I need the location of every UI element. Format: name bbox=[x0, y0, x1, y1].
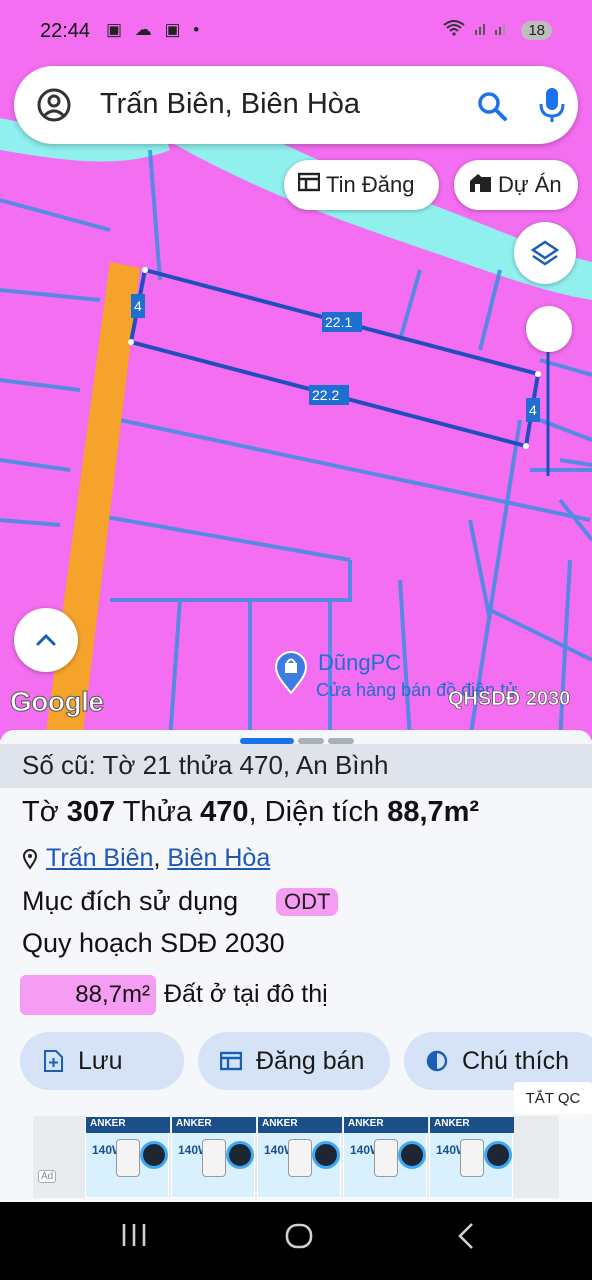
location-row: Trấn Biên, Biên Hòa bbox=[22, 844, 270, 873]
google-logo: Google bbox=[9, 686, 104, 718]
parcel-summary: Tờ 307 Thửa 470, Diện tích 88,7m² bbox=[22, 796, 479, 829]
status-notification-icons: ▣ ☁ ▣ • bbox=[106, 20, 204, 39]
status-bar: 22:44 ▣ ☁ ▣ • 18 bbox=[0, 0, 592, 64]
area-prefix: , Diện tích bbox=[248, 796, 388, 828]
parcel-label-right: 4 bbox=[529, 402, 537, 418]
shop-pin-icon[interactable] bbox=[274, 650, 308, 694]
layers-icon bbox=[530, 240, 560, 266]
post-label: Đăng bán bbox=[256, 1046, 365, 1075]
home-button[interactable] bbox=[284, 1222, 314, 1258]
plan-area-description: Đất ở tại đô thị bbox=[164, 980, 328, 1008]
sheet-prefix: Tờ bbox=[22, 796, 67, 828]
listing-icon bbox=[297, 172, 321, 198]
purpose-label: Mục đích sử dụng bbox=[22, 886, 239, 916]
plan-area-value: 88,7m² bbox=[75, 981, 150, 1008]
ad-tile[interactable]: ANKER 140W bbox=[257, 1116, 342, 1198]
old-record-row: Số cũ: Tờ 21 thửa 470, An Bình bbox=[0, 744, 592, 788]
home-icon bbox=[285, 1223, 313, 1249]
chevron-up-icon bbox=[36, 633, 56, 646]
plan-label: Quy hoạch SDĐ 2030 bbox=[22, 928, 285, 958]
parcel-label-bottom: 22.2 bbox=[312, 387, 339, 403]
back-icon bbox=[458, 1223, 473, 1249]
recent-apps-button[interactable] bbox=[120, 1222, 148, 1256]
layer-label: QHSDĐ 2030 bbox=[448, 688, 571, 711]
du-an-button[interactable]: Dự Án bbox=[454, 160, 578, 210]
parcel-label-left: 4 bbox=[134, 298, 142, 314]
ad-banner[interactable]: Ad ANKER 140W ANKER 140W ANKER 140W ANKER 14… bbox=[33, 1116, 559, 1198]
search-icon[interactable] bbox=[474, 88, 510, 124]
parcel-number: 470 bbox=[200, 796, 249, 828]
ward-link[interactable]: Trấn Biên bbox=[46, 844, 153, 872]
app-screen: 4 22.1 22.2 4 22:44 ▣ ☁ ▣ • 18 Trấn Biên… bbox=[0, 0, 592, 1280]
du-an-label: Dự Án bbox=[498, 172, 562, 197]
ad-tile[interactable]: ANKER 140W bbox=[343, 1116, 428, 1198]
tin-dang-button[interactable]: Tin Đăng bbox=[284, 160, 439, 210]
ad-brand: ANKER bbox=[348, 1118, 384, 1129]
save-button[interactable]: Lưu bbox=[20, 1032, 184, 1090]
save-label: Lưu bbox=[78, 1046, 123, 1075]
purpose-code-badge: ODT bbox=[276, 888, 339, 916]
recent-apps-icon bbox=[122, 1224, 146, 1246]
ad-tile[interactable]: ANKER 140W bbox=[171, 1116, 256, 1198]
post-for-sale-button[interactable]: Đăng bán bbox=[198, 1032, 390, 1090]
turn-off-ads-button[interactable]: TẮT QC bbox=[514, 1082, 592, 1114]
city-link[interactable]: Biên Hòa bbox=[167, 844, 270, 872]
signal-icon bbox=[473, 20, 513, 40]
ad-brand: ANKER bbox=[434, 1118, 470, 1129]
poi-name[interactable]: DũngPC bbox=[318, 650, 401, 676]
parcel-label-top: 22.1 bbox=[325, 314, 352, 330]
location-pin-icon bbox=[22, 848, 38, 870]
ad-brand: ANKER bbox=[90, 1118, 126, 1129]
search-input[interactable]: Trấn Biên, Biên Hòa bbox=[100, 88, 360, 121]
expand-up-button[interactable] bbox=[14, 608, 78, 672]
selected-parcel bbox=[128, 267, 541, 449]
search-bar[interactable]: Trấn Biên, Biên Hòa bbox=[14, 66, 578, 144]
status-time: 22:44 bbox=[40, 20, 91, 42]
wifi-icon bbox=[443, 20, 465, 40]
location-separator: , bbox=[153, 844, 161, 872]
ad-choices-icon[interactable]: Ad bbox=[38, 1170, 57, 1183]
map-view[interactable]: 4 22.1 22.2 4 22:44 ▣ ☁ ▣ • 18 Trấn Biên… bbox=[0, 0, 592, 740]
status-right: 18 bbox=[443, 20, 552, 40]
sheet-number: 307 bbox=[66, 796, 116, 828]
listing-icon bbox=[220, 1051, 242, 1071]
microphone-icon[interactable] bbox=[536, 86, 568, 124]
tin-dang-label: Tin Đăng bbox=[326, 172, 415, 197]
layers-button[interactable] bbox=[514, 222, 576, 284]
map-slider-handle[interactable] bbox=[526, 306, 572, 352]
plan-area-badge: 88,7m² bbox=[20, 975, 156, 1015]
ad-tile[interactable]: ANKER 140W bbox=[429, 1116, 514, 1198]
system-nav-bar bbox=[0, 1202, 592, 1280]
area-value: 88,7m² bbox=[387, 796, 480, 828]
ad-tile[interactable]: ANKER 140W bbox=[85, 1116, 170, 1198]
battery-indicator: 18 bbox=[521, 20, 552, 40]
parcel-prefix: Thửa bbox=[115, 796, 201, 828]
add-document-icon bbox=[44, 1050, 63, 1072]
ad-brand: ANKER bbox=[262, 1118, 298, 1129]
account-icon[interactable] bbox=[36, 87, 72, 123]
old-record-text: Số cũ: Tờ 21 thửa 470, An Bình bbox=[22, 750, 389, 780]
legend-label: Chú thích bbox=[462, 1046, 570, 1075]
parcel-info-sheet: Số cũ: Tờ 21 thửa 470, An Bình Tờ 307 Th… bbox=[0, 730, 592, 1202]
contrast-icon bbox=[426, 1050, 448, 1072]
back-button[interactable] bbox=[456, 1222, 476, 1258]
ad-brand: ANKER bbox=[176, 1118, 212, 1129]
building-icon bbox=[468, 171, 492, 199]
